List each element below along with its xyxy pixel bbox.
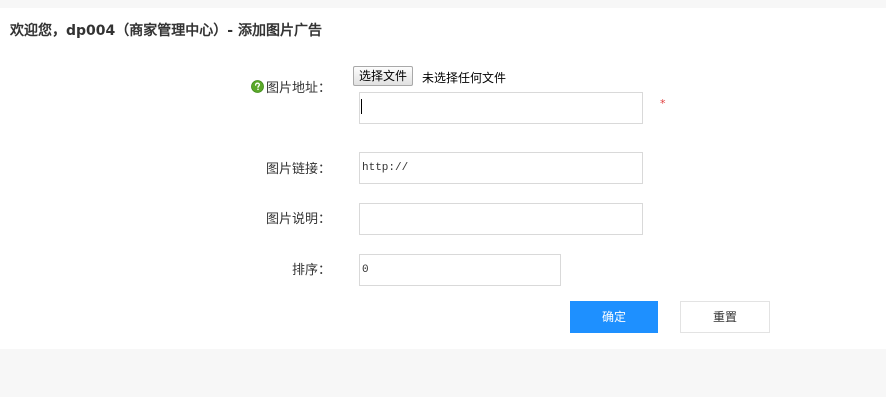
image-address-input[interactable] (359, 92, 643, 124)
image-link-label: 图片链接： (266, 162, 332, 177)
image-desc-label: 图片说明： (266, 212, 332, 227)
choose-file-button[interactable]: 选择文件 (353, 66, 414, 86)
file-status-text: 未选择任何文件 (422, 71, 507, 85)
page-title: 欢迎您，dp004（商家管理中心）- 添加图片广告 (10, 23, 322, 39)
image-desc-input[interactable] (359, 203, 643, 235)
required-asterisk: * (660, 97, 666, 110)
reset-button[interactable]: 重置 (680, 301, 770, 333)
content-panel: 欢迎您，dp004（商家管理中心）- 添加图片广告 图片地址： 选择文件 未选择… (0, 8, 886, 349)
question-mark-icon[interactable] (251, 80, 264, 93)
image-link-input[interactable] (359, 152, 643, 184)
confirm-button[interactable]: 确定 (570, 301, 658, 333)
image-address-label: 图片地址： (266, 81, 332, 96)
sort-label: 排序： (292, 263, 332, 278)
text-caret (361, 99, 362, 114)
sort-input[interactable] (359, 254, 561, 286)
